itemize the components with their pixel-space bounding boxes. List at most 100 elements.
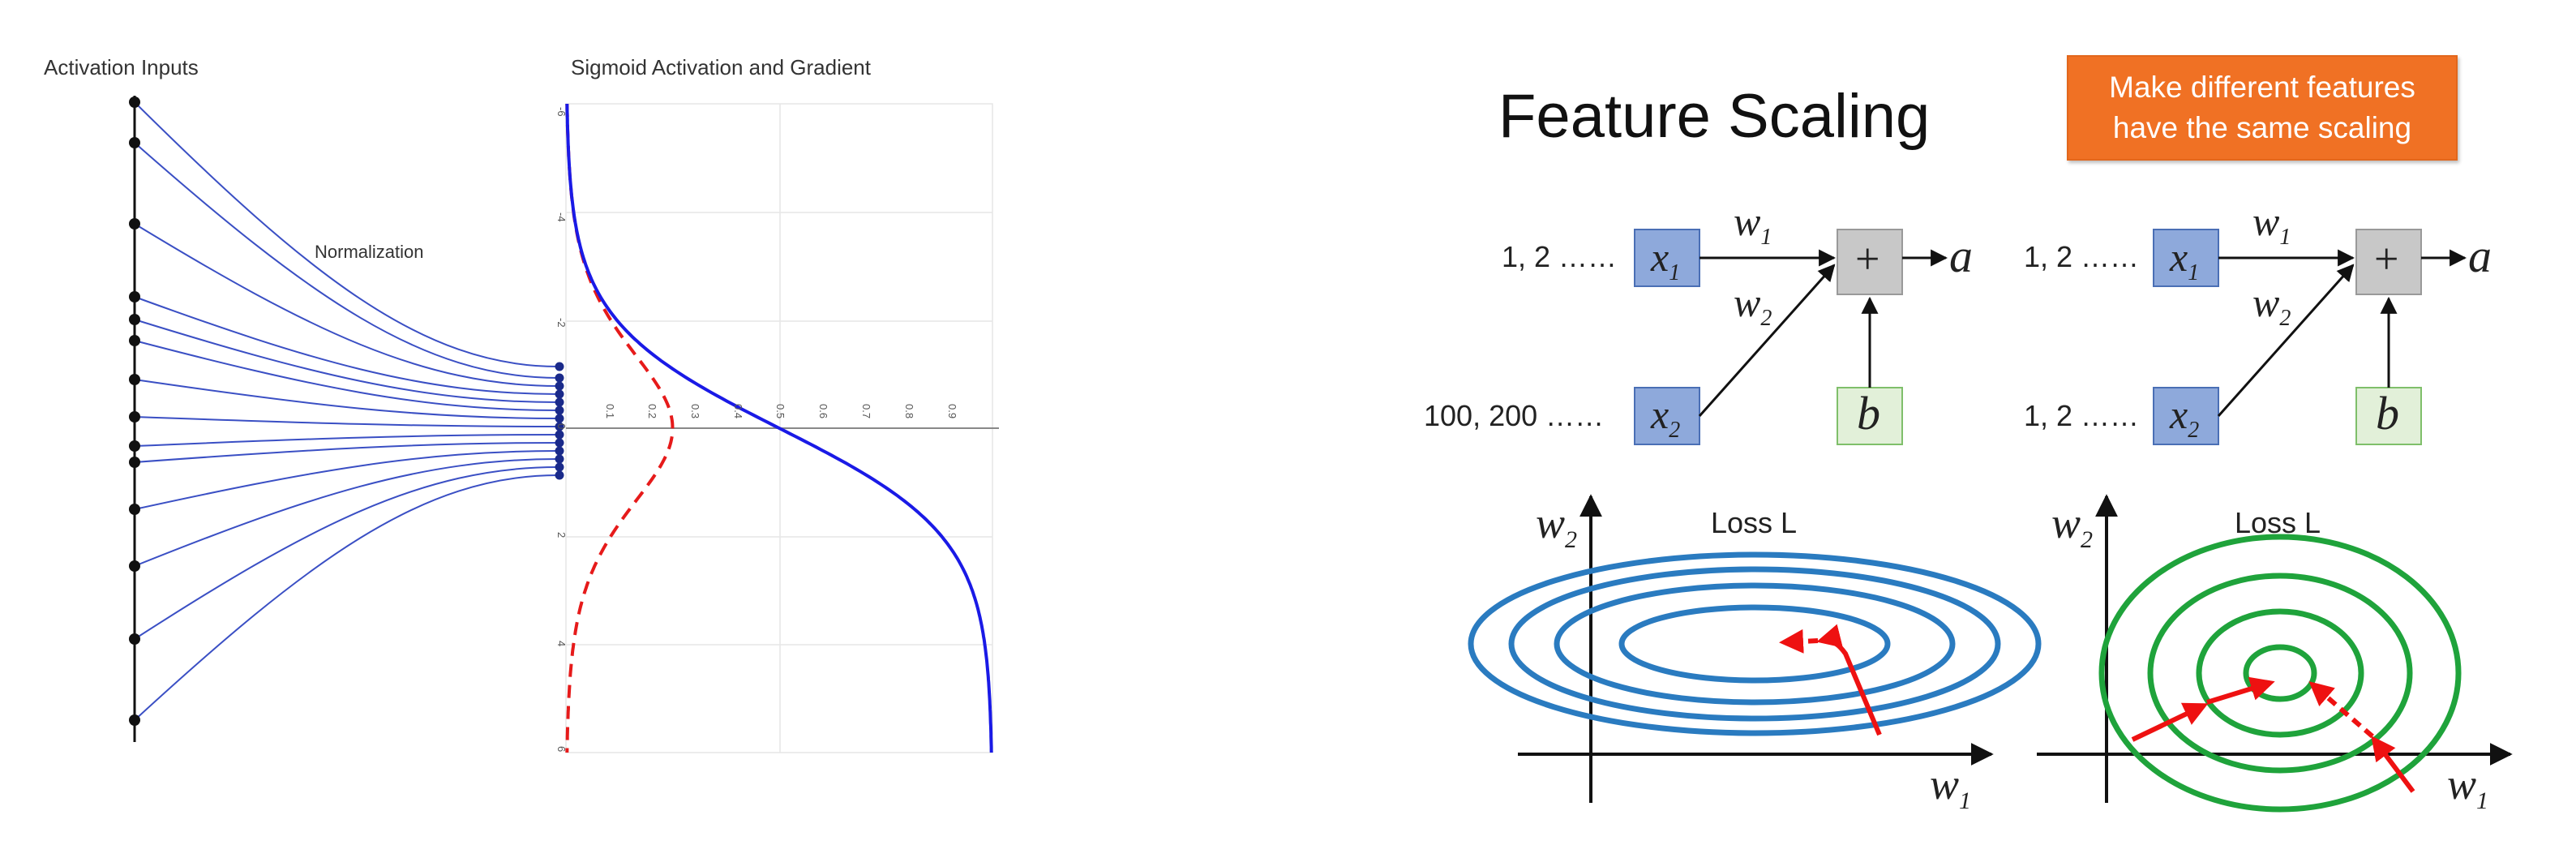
x2-var: x <box>2170 392 2188 437</box>
x1-values: 1, 2 …… <box>2024 240 2140 273</box>
axis-w2-label: w2 <box>2051 498 2093 554</box>
normalized-dot <box>555 373 564 383</box>
htick: 0.7 <box>860 404 872 418</box>
normalized-dot <box>555 470 564 480</box>
htick: 0.8 <box>903 404 915 418</box>
htick: 0.6 <box>817 404 829 418</box>
loss-contours-circular <box>2037 494 2513 813</box>
input-dot <box>129 714 140 726</box>
htick: 0.4 <box>732 404 744 418</box>
w2-var: w <box>1734 280 1761 325</box>
sum-symbol: + <box>1855 234 1880 283</box>
vtick: 4 <box>555 641 568 646</box>
w1-label: w1 <box>2252 198 2291 251</box>
w1-label: w1 <box>1734 198 1772 251</box>
input-dot <box>129 218 140 230</box>
x1-label: x1 <box>2170 234 2199 286</box>
input-curve <box>134 474 559 721</box>
w2-label: w2 <box>2252 279 2291 332</box>
normalized-dot <box>555 405 564 415</box>
input-curve <box>134 416 559 427</box>
normalized-dot <box>555 381 564 391</box>
x2-values: 100, 200 …… <box>1424 399 1605 432</box>
htick: 0.9 <box>946 404 958 418</box>
w1-var: w <box>2252 199 2280 244</box>
x2-label: x2 <box>2170 391 2199 444</box>
input-dot <box>129 291 140 302</box>
callout-line-1: Make different features <box>2109 71 2415 104</box>
axis-w1-sub: 1 <box>1959 787 1972 814</box>
gradient-path <box>2131 702 2209 742</box>
input-dot <box>129 97 140 108</box>
loss-label: Loss L <box>2235 506 2321 539</box>
bias-label: b <box>2376 387 2399 440</box>
x2-label: x2 <box>1651 391 1680 444</box>
normalized-dot <box>555 446 564 456</box>
normalized-dot <box>555 362 564 371</box>
vtick: -6 <box>555 107 568 117</box>
axis-w1-label: w1 <box>2447 759 2488 815</box>
x2-var: x <box>1651 392 1669 437</box>
w1-sub: 1 <box>2279 225 2291 250</box>
normalized-dot <box>555 397 564 407</box>
w2-var: w <box>2252 280 2280 325</box>
callout-line-2: have the same scaling <box>2112 111 2412 144</box>
callout-box: Make different features have the same sc… <box>2067 55 2458 161</box>
x1-sub: 1 <box>2188 260 2200 285</box>
input-curve <box>134 434 559 447</box>
input-curve <box>134 450 559 510</box>
htick: 0.3 <box>689 404 701 418</box>
axis-w1-var: w <box>2447 760 2477 809</box>
vtick: -2 <box>555 318 568 328</box>
network-diagram-left <box>1634 229 1948 445</box>
x2-sub: 2 <box>2188 418 2200 443</box>
x1-var: x <box>2170 234 2188 280</box>
w2-label: w2 <box>1734 279 1772 332</box>
network-diagram-right <box>2153 229 2467 445</box>
w1-sub: 1 <box>1760 225 1772 250</box>
input-curve <box>134 142 559 379</box>
input-curves <box>134 101 559 721</box>
loss-label: Loss L <box>1711 506 1798 539</box>
htick: 0.2 <box>646 404 658 418</box>
stage: Activation Inputs Normalization Sigmoid … <box>0 0 2576 858</box>
vtick: -4 <box>555 212 568 222</box>
axis-w2-var: w <box>2051 499 2081 547</box>
input-dot <box>129 374 140 385</box>
input-dot <box>129 504 140 515</box>
gradient-path <box>1816 624 1882 736</box>
normalized-dot <box>555 389 564 399</box>
w1-var: w <box>1734 199 1761 244</box>
w2-sub: 2 <box>2279 306 2291 331</box>
vtick: 6 <box>555 746 568 752</box>
horizontal-ticks: 0.1 0.2 0.3 0.4 0.5 0.6 0.7 0.8 0.9 <box>604 404 958 418</box>
x1-sub: 1 <box>1669 260 1681 285</box>
x1-label: x1 <box>1651 234 1680 286</box>
output-label: a <box>1949 230 1973 282</box>
axis-w2-label: w2 <box>1536 498 1577 554</box>
input-curve <box>134 296 559 395</box>
sum-symbol: + <box>2374 234 2399 283</box>
input-curve <box>134 379 559 419</box>
input-dot <box>129 137 140 148</box>
output-label: a <box>2468 230 2492 282</box>
feature-scaling-title: Feature Scaling <box>1498 82 1931 151</box>
axis-w1-label: w1 <box>1930 759 1971 815</box>
input-dot <box>129 314 140 325</box>
input-dot <box>129 411 140 423</box>
input-curve <box>134 101 559 367</box>
bias-label: b <box>1857 387 1880 440</box>
normalized-dot <box>555 462 564 472</box>
input-curve <box>134 223 559 387</box>
normalized-dot <box>555 414 564 423</box>
normalized-dot <box>555 430 564 440</box>
axis-w2-sub: 2 <box>2081 526 2094 553</box>
input-curve <box>134 466 559 640</box>
input-dot <box>129 440 140 452</box>
input-dot <box>129 633 140 645</box>
htick: 0.1 <box>604 404 616 418</box>
input-dot <box>129 457 140 468</box>
w2-sub: 2 <box>1760 306 1772 331</box>
axis-w2-var: w <box>1536 499 1566 547</box>
normalized-dot <box>555 438 564 448</box>
